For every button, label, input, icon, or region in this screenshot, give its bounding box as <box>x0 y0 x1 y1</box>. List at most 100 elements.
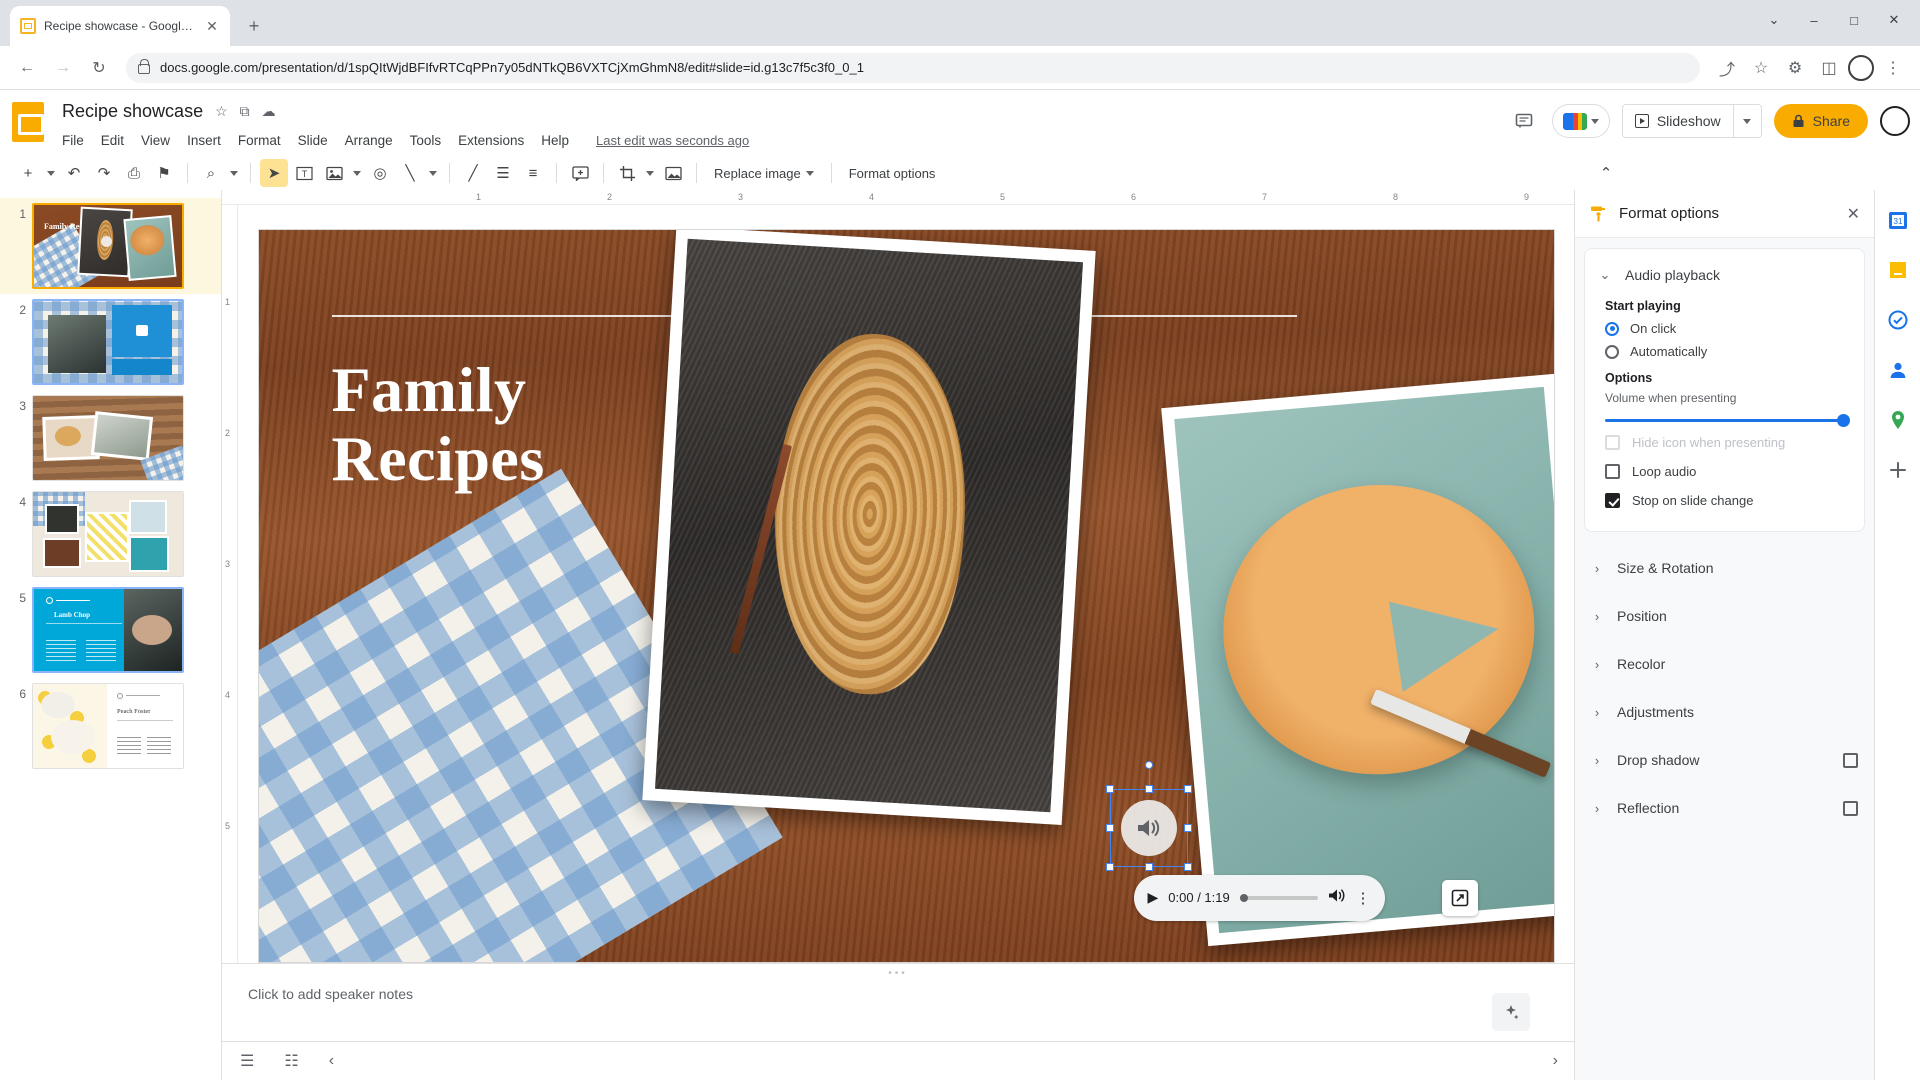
slide-title[interactable]: Family Recipes <box>332 355 632 493</box>
new-slide-dropdown[interactable] <box>44 159 58 187</box>
close-icon[interactable]: ✕ <box>204 18 220 34</box>
slide-thumbnail-6[interactable]: 6 Peach Foster <box>0 678 221 774</box>
mask-image-button[interactable] <box>659 159 687 187</box>
shape-button[interactable]: ◎ <box>366 159 394 187</box>
slide-thumbnail-2[interactable]: 2 <box>0 294 221 390</box>
menu-format[interactable]: Format <box>238 133 281 148</box>
star-icon[interactable]: ☆ <box>215 103 228 120</box>
checkbox-loop-audio[interactable]: Loop audio <box>1585 457 1864 486</box>
resize-handle[interactable] <box>1144 862 1153 871</box>
radio-on-click[interactable]: On click <box>1585 317 1864 340</box>
format-options-button[interactable]: Format options <box>841 159 944 187</box>
move-to-folder-icon[interactable]: ⧉ <box>240 103 250 120</box>
cloud-saved-icon[interactable]: ☁ <box>262 103 276 120</box>
section-position[interactable]: › Position <box>1575 592 1874 640</box>
zoom-button[interactable]: ⌕ <box>197 159 225 187</box>
paint-format-button[interactable]: ⚑ <box>150 159 178 187</box>
crop-button[interactable] <box>613 159 641 187</box>
resize-handle[interactable] <box>1144 784 1153 793</box>
bookmark-star-icon[interactable]: ☆ <box>1746 53 1776 83</box>
menu-tools[interactable]: Tools <box>410 133 442 148</box>
resize-handle[interactable] <box>1105 784 1114 793</box>
menu-help[interactable]: Help <box>541 133 569 148</box>
vertical-ruler[interactable]: 1 2 3 4 5 <box>222 204 238 963</box>
line-spacing-button[interactable]: ≡ <box>519 159 547 187</box>
maximize-icon[interactable]: □ <box>1836 6 1872 34</box>
checkbox-stop-on-slide-change[interactable]: Stop on slide change <box>1585 486 1864 515</box>
menu-extensions[interactable]: Extensions <box>458 133 524 148</box>
slide-thumbnail-5[interactable]: 5 Lamb Chop <box>0 582 221 678</box>
resize-handle[interactable] <box>1105 823 1114 832</box>
select-tool-button[interactable]: ➤ <box>260 159 288 187</box>
document-title[interactable]: Recipe showcase <box>62 101 203 122</box>
zoom-dropdown[interactable] <box>227 159 241 187</box>
selection-box[interactable] <box>1105 760 1192 871</box>
slide-canvas[interactable]: Family Recipes ▶ 0:00 / 1:19 ⋮ <box>257 228 1555 963</box>
line-button[interactable]: ╲ <box>396 159 424 187</box>
slide-thumbnail-4[interactable]: 4 <box>0 486 221 582</box>
comment-history-icon[interactable] <box>1508 105 1540 137</box>
speaker-notes-area[interactable]: ••• Click to add speaker notes <box>222 962 1574 1042</box>
browser-profile-avatar[interactable] <box>1848 54 1874 81</box>
resize-handle[interactable] <box>1183 862 1192 871</box>
add-apps-icon[interactable] <box>1886 458 1910 482</box>
new-slide-button[interactable]: + <box>14 159 42 187</box>
expand-panel-icon[interactable]: › <box>1553 1052 1558 1070</box>
slide-stage[interactable]: Family Recipes ▶ 0:00 / 1:19 ⋮ <box>238 204 1574 963</box>
audio-player-controls[interactable]: ▶ 0:00 / 1:19 ⋮ <box>1133 874 1385 921</box>
reflection-checkbox[interactable] <box>1843 800 1858 816</box>
filmstrip-view-icon[interactable]: ☰ <box>240 1051 254 1071</box>
resize-handle[interactable] <box>1105 862 1114 871</box>
slide-thumbnail-3[interactable]: 3 <box>0 390 221 486</box>
resize-handle[interactable] <box>1183 823 1192 832</box>
user-avatar[interactable] <box>1880 106 1910 136</box>
menu-edit[interactable]: Edit <box>101 133 124 148</box>
undo-button[interactable]: ↶ <box>60 159 88 187</box>
add-comment-button[interactable] <box>566 159 594 187</box>
text-box-button[interactable]: T <box>290 159 318 187</box>
grid-view-icon[interactable]: ☷ <box>284 1051 298 1071</box>
section-recolor[interactable]: › Recolor <box>1575 640 1874 688</box>
keep-icon[interactable] <box>1886 258 1910 282</box>
collapse-filmstrip-icon[interactable]: ‹ <box>329 1052 334 1070</box>
slide-thumbnail-1[interactable]: 1 Family Recipes <box>0 198 221 294</box>
pen-button[interactable]: ╱ <box>459 159 487 187</box>
section-reflection[interactable]: › Reflection <box>1575 784 1874 832</box>
drop-shadow-checkbox[interactable] <box>1843 752 1858 768</box>
insert-image-dropdown[interactable] <box>350 159 364 187</box>
noodles-photo[interactable] <box>641 229 1096 825</box>
collapse-toolbar-icon[interactable]: ⌃ <box>1592 159 1620 187</box>
address-bar[interactable]: docs.google.com/presentation/d/1spQItWjd… <box>126 52 1700 83</box>
menu-arrange[interactable]: Arrange <box>345 133 393 148</box>
section-drop-shadow[interactable]: › Drop shadow <box>1575 736 1874 784</box>
section-size-and-rotation[interactable]: › Size & Rotation <box>1575 544 1874 592</box>
audio-progress-slider[interactable] <box>1239 893 1318 902</box>
new-tab-button[interactable]: + <box>240 12 268 40</box>
notes-drag-handle[interactable]: ••• <box>888 968 908 979</box>
google-meet-button[interactable] <box>1551 104 1610 138</box>
menu-slide[interactable]: Slide <box>298 133 328 148</box>
last-edit-status[interactable]: Last edit was seconds ago <box>596 133 749 148</box>
pie-photo[interactable] <box>1160 373 1554 946</box>
calendar-icon[interactable]: 31 <box>1886 208 1910 232</box>
rotation-handle[interactable] <box>1144 760 1153 769</box>
reload-icon[interactable]: ↻ <box>84 53 114 83</box>
back-icon[interactable]: ← <box>12 53 42 83</box>
chevron-down-icon[interactable]: ⌄ <box>1756 6 1792 34</box>
volume-slider-knob[interactable] <box>1837 414 1850 427</box>
menu-insert[interactable]: Insert <box>187 133 221 148</box>
menu-view[interactable]: View <box>141 133 170 148</box>
print-button[interactable]: ⎙ <box>120 159 148 187</box>
slideshow-button[interactable]: Slideshow <box>1621 104 1734 138</box>
section-adjustments[interactable]: › Adjustments <box>1575 688 1874 736</box>
side-panel-icon[interactable]: ◫ <box>1814 53 1844 83</box>
slide-filmstrip[interactable]: 1 Family Recipes 2 3 4 5 Lamb Chop 6 Pea… <box>0 190 222 1080</box>
slideshow-dropdown[interactable] <box>1733 104 1762 138</box>
share-icon[interactable]: ⤴ <box>1712 53 1742 83</box>
tasks-icon[interactable] <box>1886 308 1910 332</box>
close-icon[interactable]: ✕ <box>1847 204 1860 224</box>
resize-handle[interactable] <box>1183 784 1192 793</box>
forward-icon[interactable]: → <box>48 53 78 83</box>
share-button[interactable]: Share <box>1773 104 1868 138</box>
menu-file[interactable]: File <box>62 133 84 148</box>
